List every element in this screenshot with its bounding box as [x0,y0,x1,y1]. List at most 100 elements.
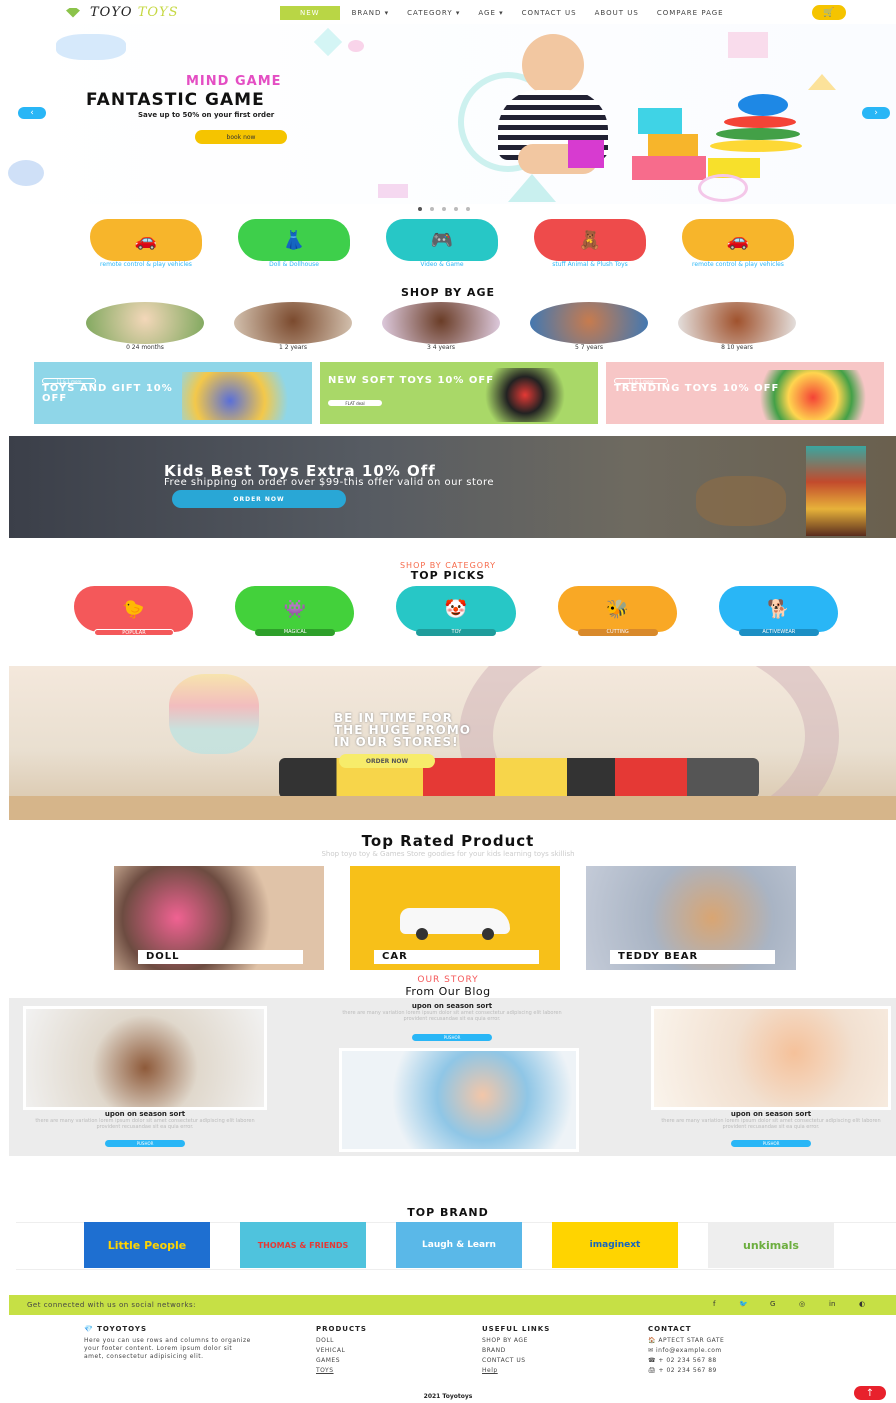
hero-image-baby [478,34,628,184]
contact-email[interactable]: info@example.com [656,1347,722,1354]
category-item[interactable]: 🧸 stuff Animal & Plush Toys [534,219,646,268]
menu-category[interactable]: CATEGORY ▾ [401,7,466,19]
logo-text-b: TOYS [137,5,179,20]
age-item[interactable]: 5 7 years [530,302,648,351]
hero-prev-button[interactable]: ‹ [18,107,46,119]
book-now-button[interactable]: book now [195,130,287,144]
brand-logo[interactable]: unkimals [708,1222,834,1268]
footer-contact: CONTACT 🏠 APTECT STAR GATE ✉ info@exampl… [648,1325,724,1376]
cart-button[interactable]: 🛒 [812,5,846,20]
menu-compare-page[interactable]: COMPARE PAGE [651,7,730,19]
promo-line-3: IN OUR STORES! [334,735,459,749]
github-icon[interactable]: ◐ [859,1300,865,1308]
blog-post-text: there are many variation lorem ipsum dol… [661,1118,881,1130]
blog-read-button[interactable]: PUSHOR [731,1140,811,1147]
slider-dot[interactable] [442,207,446,211]
footer-about-text: Here you can use rows and columns to org… [84,1337,251,1360]
promo-card[interactable]: NEW SOFT TOYS 10% OFF FLAT deal [320,362,598,424]
pick-item[interactable]: 🐝 CUTTING [557,586,677,636]
category-item[interactable]: 🚗 remote control & play vehicles [90,219,202,268]
brand-logo[interactable]: Little People [84,1222,210,1268]
blog-post-title[interactable]: upon on season sort [651,1110,891,1118]
pick-item[interactable]: 👾 MAGICAL [235,586,355,636]
blog-post-title[interactable]: upon on season sort [25,1110,265,1118]
brand-logo[interactable]: Laugh & Learn [396,1222,522,1268]
print-icon: 🖨 [648,1367,657,1374]
diamond-icon: 💎 [84,1325,94,1333]
linkedin-icon[interactable]: in [829,1300,835,1308]
age-item[interactable]: 3 4 years [382,302,500,351]
menu-brand[interactable]: BRAND ▾ [346,7,396,19]
contact-phone[interactable]: + 02 234 567 88 [658,1357,716,1364]
rect-shape [728,32,768,58]
promo-banner: BE IN TIME FOR THE HUGE PROMO IN OUR STO… [9,666,896,820]
menu-age[interactable]: AGE ▾ [472,7,509,19]
menu-contact-us[interactable]: CONTACT US [516,7,583,19]
footer-link[interactable]: Help [482,1366,550,1376]
category-blob: 🧸 [534,219,646,261]
blog-post-title[interactable]: upon on season sort [332,1002,572,1010]
blog-image[interactable] [339,1048,579,1152]
footer-products-title: PRODUCTS [316,1325,367,1333]
product-card[interactable]: DOLL [114,866,324,970]
footer-link[interactable]: GAMES [316,1356,367,1366]
age-item[interactable]: 1 2 years [234,302,352,351]
footer-link[interactable]: TOYS [316,1366,367,1376]
category-label: remote control & play vehicles [100,261,192,268]
facebook-icon[interactable]: f [713,1300,715,1308]
twitter-icon[interactable]: 🐦 [739,1300,748,1308]
category-item[interactable]: 🚗 remote control & play vehicles [682,219,794,268]
slider-dot[interactable] [430,207,434,211]
diamond-icon [66,7,80,18]
toy-block [632,156,706,180]
footer-link[interactable]: DOLL [316,1336,367,1346]
blog-read-button[interactable]: PUSHOR [105,1140,185,1147]
chevron-left-icon: ‹ [30,108,34,118]
age-item[interactable]: 0 24 months [86,302,204,351]
slider-dot[interactable] [418,207,422,211]
slider-dot[interactable] [466,207,470,211]
promo-order-now-button[interactable]: ORDER NOW [339,754,435,768]
blog-image[interactable] [651,1006,891,1110]
contact-address: APTECT STAR GATE [658,1337,725,1344]
top-brand-title: TOP BRAND [407,1206,489,1219]
footer-link[interactable]: VEHICAL [316,1346,367,1356]
category-item[interactable]: 🎮 Video & Game [386,219,498,268]
bee-icon: 🐝 [606,598,629,620]
top-rated-subtitle: Shop toyo toy & Games Store goodies for … [321,850,575,858]
brand-logo[interactable]: THOMAS & FRIENDS [240,1222,366,1268]
category-label: Doll & Dollhouse [269,261,319,268]
footer-link[interactable]: CONTACT US [482,1356,550,1366]
brand-logo[interactable]: imaginext [552,1222,678,1268]
scroll-top-button[interactable]: ↑ [854,1386,886,1400]
menu-new[interactable]: NEW [280,6,340,20]
order-now-button[interactable]: ORDER NOW [172,490,346,508]
product-card[interactable]: CAR [350,866,560,970]
footer-link[interactable]: SHOP BY AGE [482,1336,550,1346]
slider-dot[interactable] [454,207,458,211]
hero-next-button[interactable]: › [862,107,890,119]
car-wheel [416,928,428,940]
pick-item[interactable]: 🤡 TOY [396,586,516,636]
pick-label: ACTIVEWEAR [738,629,819,636]
logo[interactable]: TOYO TOYS [66,5,179,20]
age-photo [678,302,796,344]
pick-item[interactable]: 🐤 POPULAR [74,586,194,636]
blog-read-button[interactable]: PUSHOR [412,1034,492,1041]
product-card[interactable]: TEDDY BEAR [586,866,796,970]
promo-image [748,370,878,420]
age-item[interactable]: 8 10 years [678,302,796,351]
google-icon[interactable]: G [770,1300,775,1308]
blog-image[interactable] [23,1006,267,1110]
category-strip: 🚗 remote control & play vehicles 👗 Doll … [90,219,794,268]
promo-card[interactable]: 11 & 1 more TOYS AND GIFT 10% OFF [34,362,312,424]
instagram-icon[interactable]: ◎ [799,1300,805,1308]
promo-card[interactable]: 11 & 1 more TRENDING TOYS 10% OFF [606,362,884,424]
age-photo [382,302,500,344]
menu-about-us[interactable]: ABOUT US [589,7,645,19]
category-item[interactable]: 👗 Doll & Dollhouse [238,219,350,268]
pick-item[interactable]: 🐕 ACTIVEWEAR [718,586,838,636]
hero-subtitle: MIND GAME [186,74,282,89]
gamepad-icon: 🎮 [430,229,454,251]
footer-link[interactable]: BRAND [482,1346,550,1356]
